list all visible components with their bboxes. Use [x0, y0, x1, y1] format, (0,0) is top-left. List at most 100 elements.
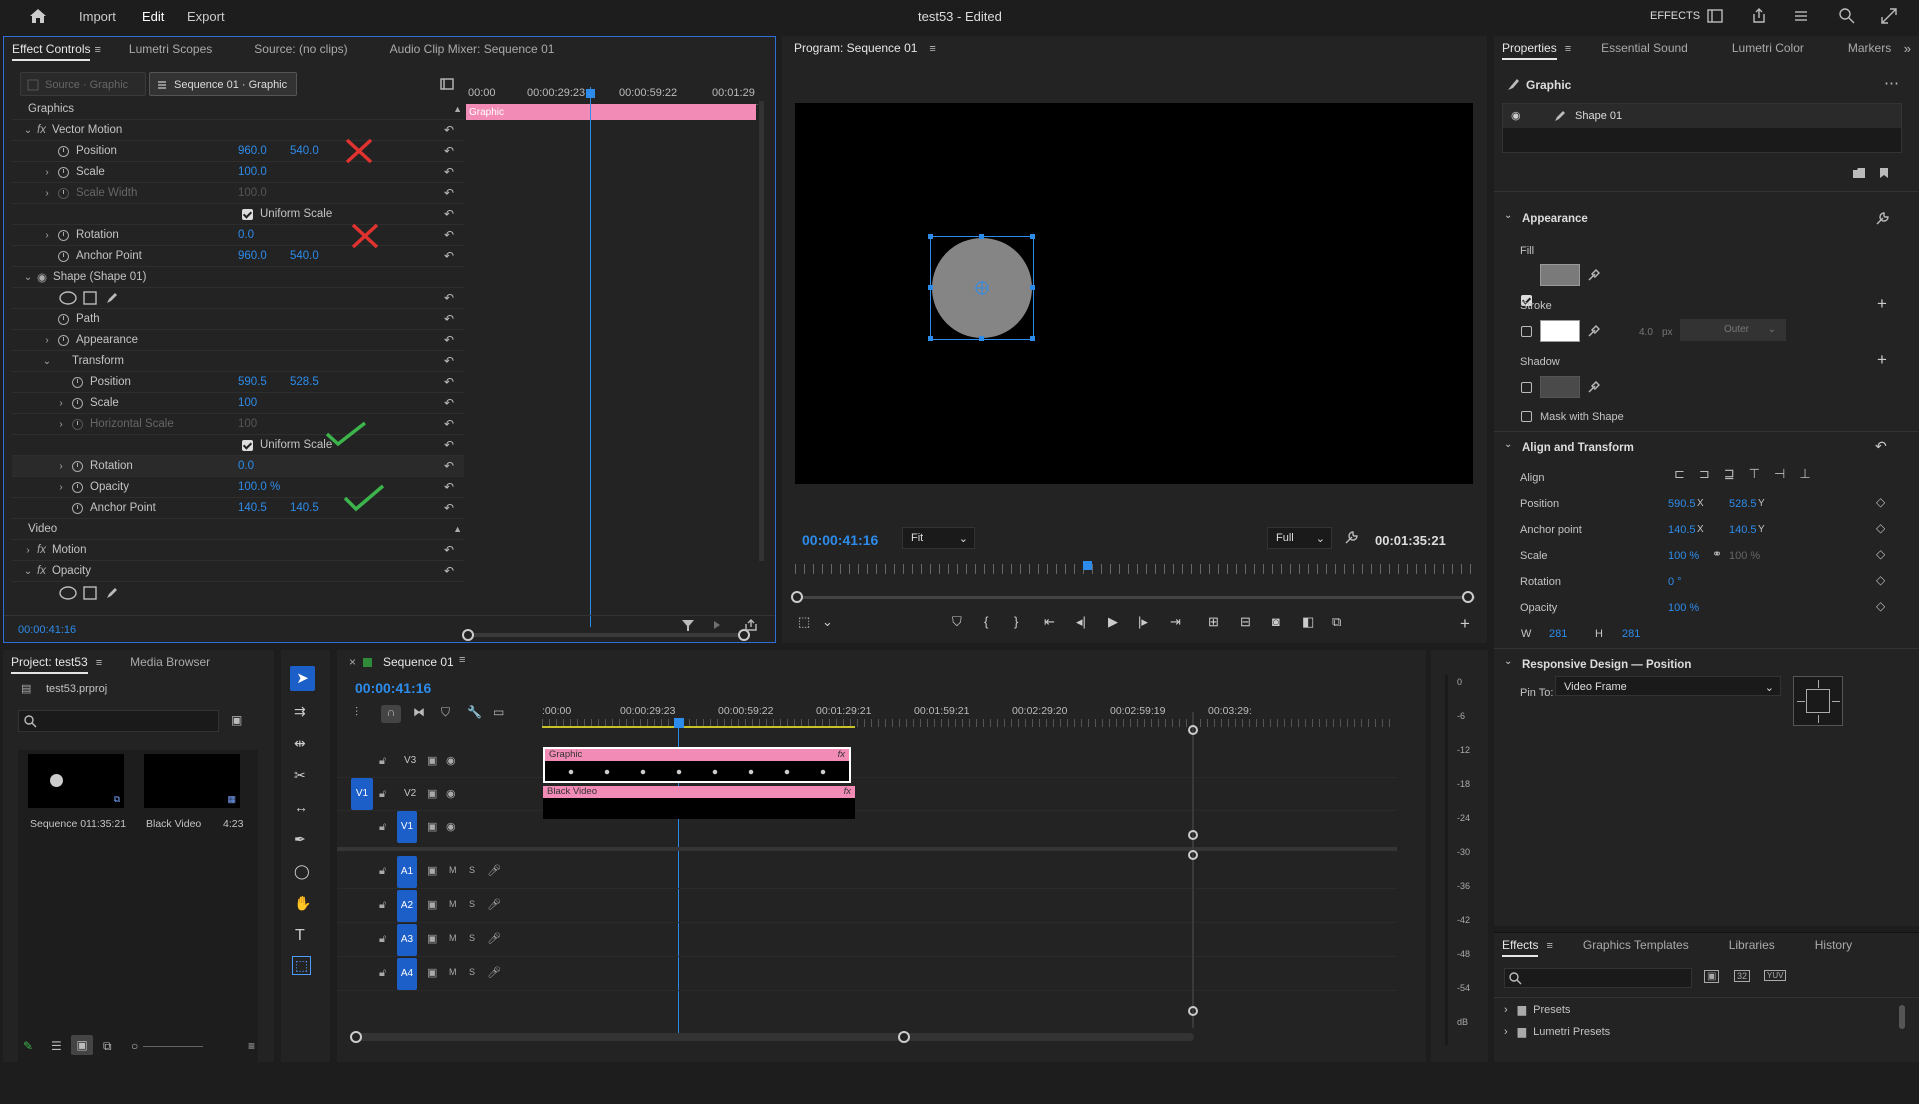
- program-zoom-handle-right[interactable]: [1462, 591, 1474, 603]
- type-tool-icon[interactable]: T: [295, 927, 305, 945]
- chevron-right-icon[interactable]: ›: [42, 335, 52, 346]
- new-group-icon[interactable]: [1852, 166, 1866, 180]
- effects-scrollbar[interactable]: [1899, 1005, 1905, 1029]
- project-search-input[interactable]: [18, 710, 219, 732]
- eyedropper-icon[interactable]: [1587, 268, 1601, 282]
- freeform-view-icon[interactable]: ⧉: [103, 1039, 112, 1054]
- fx-icon[interactable]: fx: [37, 124, 46, 136]
- zoom-slider-track[interactable]: [143, 1046, 203, 1047]
- bbox-handle[interactable]: [979, 336, 984, 341]
- reset-icon[interactable]: ↶: [444, 228, 454, 242]
- camera-icon[interactable]: ◙: [1272, 614, 1280, 629]
- more-options-icon[interactable]: ⋯: [1884, 74, 1899, 92]
- microphone-icon[interactable]: 🎤︎: [487, 966, 501, 979]
- eye-icon[interactable]: ◉: [1511, 109, 1521, 122]
- track-select-tool-icon[interactable]: ⇉: [294, 703, 306, 720]
- ellipse-tool-icon[interactable]: ◯: [294, 863, 310, 880]
- tab-project[interactable]: Project: test53 ≡: [3, 655, 116, 674]
- program-zoom-handle-left[interactable]: [791, 591, 803, 603]
- go-to-in-icon[interactable]: ⇤: [1044, 614, 1055, 630]
- bbox-handle[interactable]: [979, 234, 984, 239]
- program-playhead[interactable]: [1083, 561, 1092, 570]
- ec-playhead-handle[interactable]: [586, 89, 595, 98]
- ellipse-mask-icon[interactable]: [59, 291, 77, 305]
- wrench-icon[interactable]: [1874, 211, 1890, 227]
- reset-icon[interactable]: ↶: [444, 312, 454, 326]
- source-patch-v1[interactable]: V1: [351, 778, 373, 810]
- wrench-icon[interactable]: 🔧: [467, 705, 482, 719]
- reset-icon[interactable]: ↶: [444, 144, 454, 158]
- sync-lock-icon[interactable]: ▣: [427, 864, 437, 877]
- stopwatch-icon[interactable]: [58, 229, 69, 241]
- new-layer-icon[interactable]: [1877, 166, 1891, 180]
- align-buttons[interactable]: ⊏⊐⊒⊤⊣⊥: [1674, 466, 1874, 482]
- pin-to-dropdown[interactable]: Video Frame ⌄: [1555, 676, 1781, 696]
- position-x-value[interactable]: 960.0: [238, 145, 267, 157]
- chevron-down-icon[interactable]: ⌄: [23, 272, 33, 283]
- hand-tool-icon[interactable]: ✋: [294, 895, 311, 912]
- layer-row[interactable]: ◉ Shape 01: [1503, 104, 1901, 128]
- rotation-value[interactable]: 0 °: [1668, 576, 1682, 588]
- bbox-handle[interactable]: [928, 336, 933, 341]
- vscroll-handle[interactable]: [1188, 725, 1198, 735]
- timeline-vscroll[interactable]: [1192, 712, 1194, 1028]
- reset-icon[interactable]: ↶: [444, 186, 454, 200]
- presets-item[interactable]: › ▆ Presets: [1504, 1003, 1570, 1016]
- chevron-down-icon[interactable]: ⌄: [822, 614, 833, 630]
- vscroll-handle[interactable]: [1188, 1006, 1198, 1016]
- marker-icon[interactable]: ⛉: [952, 614, 962, 630]
- reset-icon[interactable]: ↶: [444, 438, 454, 452]
- effects-search-input[interactable]: [1504, 968, 1692, 988]
- stopwatch-icon[interactable]: [72, 376, 83, 388]
- pen-tool-icon[interactable]: ✒: [294, 831, 306, 848]
- stopwatch-icon[interactable]: [58, 145, 69, 157]
- reset-icon[interactable]: ↶: [444, 375, 454, 389]
- lock-icon[interactable]: 🔓︎: [379, 865, 386, 878]
- lock-icon[interactable]: 🔓︎: [379, 821, 386, 834]
- shadow-checkbox[interactable]: [1521, 382, 1532, 393]
- chevron-down-icon[interactable]: ⌄: [1504, 656, 1512, 667]
- add-shadow-icon[interactable]: +: [1877, 350, 1887, 370]
- stopwatch-icon[interactable]: [58, 166, 69, 178]
- ec-zoom-bar[interactable]: [466, 633, 744, 637]
- more-panels-icon[interactable]: »: [1904, 41, 1911, 56]
- anchor-y-value[interactable]: 540.0: [290, 250, 319, 262]
- clip-black-video[interactable]: Black Video fx: [543, 786, 855, 819]
- reset-icon[interactable]: ↶: [444, 459, 454, 473]
- mute-button[interactable]: M: [449, 899, 457, 909]
- prop-transform[interactable]: ⌄ Transform: [12, 351, 464, 372]
- tab-source[interactable]: Source: (no clips): [226, 42, 361, 56]
- ellipse-mask-icon[interactable]: [59, 585, 77, 600]
- yuv-filter-icon[interactable]: YUV: [1764, 970, 1787, 981]
- tab-history[interactable]: History: [1789, 938, 1866, 952]
- lock-icon[interactable]: 🔓︎: [379, 933, 386, 946]
- scale-value[interactable]: 100 %: [1668, 550, 1699, 562]
- track-target-audio[interactable]: A4: [397, 958, 417, 990]
- reset-icon[interactable]: ↶: [444, 417, 454, 431]
- chevron-down-icon[interactable]: ⌄: [1504, 439, 1512, 450]
- effect-opacity[interactable]: ⌄ fx Opacity: [12, 561, 464, 582]
- tab-lumetri-color[interactable]: Lumetri Color: [1702, 41, 1818, 55]
- chevron-down-icon[interactable]: ⌄: [23, 566, 33, 577]
- track-divider[interactable]: [337, 847, 1397, 851]
- export-icon[interactable]: [744, 618, 758, 632]
- stopwatch-icon[interactable]: [58, 250, 69, 262]
- home-icon[interactable]: [29, 8, 47, 24]
- add-marker-icon[interactable]: ⛉: [441, 705, 450, 720]
- fullscreen-icon[interactable]: [1880, 7, 1898, 25]
- reset-icon[interactable]: ↶: [444, 291, 454, 305]
- microphone-icon[interactable]: 🎤︎: [487, 932, 501, 945]
- keyframe-icon[interactable]: ◇: [1876, 521, 1885, 535]
- keyframe-icon[interactable]: ◇: [1876, 495, 1885, 509]
- play-icon[interactable]: ▶: [1108, 614, 1118, 630]
- step-forward-icon[interactable]: |▸: [1138, 614, 1148, 630]
- ripple-edit-tool-icon[interactable]: ⇹: [294, 735, 306, 752]
- chevron-right-icon[interactable]: ›: [42, 230, 52, 241]
- tab-essential-sound[interactable]: Essential Sound: [1585, 41, 1702, 55]
- track-target-v1[interactable]: V1: [397, 811, 417, 843]
- eyedropper-icon[interactable]: [1587, 380, 1601, 394]
- track-target-audio[interactable]: A3: [397, 924, 417, 956]
- anchor-x[interactable]: 140.5: [1668, 524, 1696, 536]
- reset-icon[interactable]: ↶: [444, 396, 454, 410]
- stopwatch-icon[interactable]: [58, 313, 69, 325]
